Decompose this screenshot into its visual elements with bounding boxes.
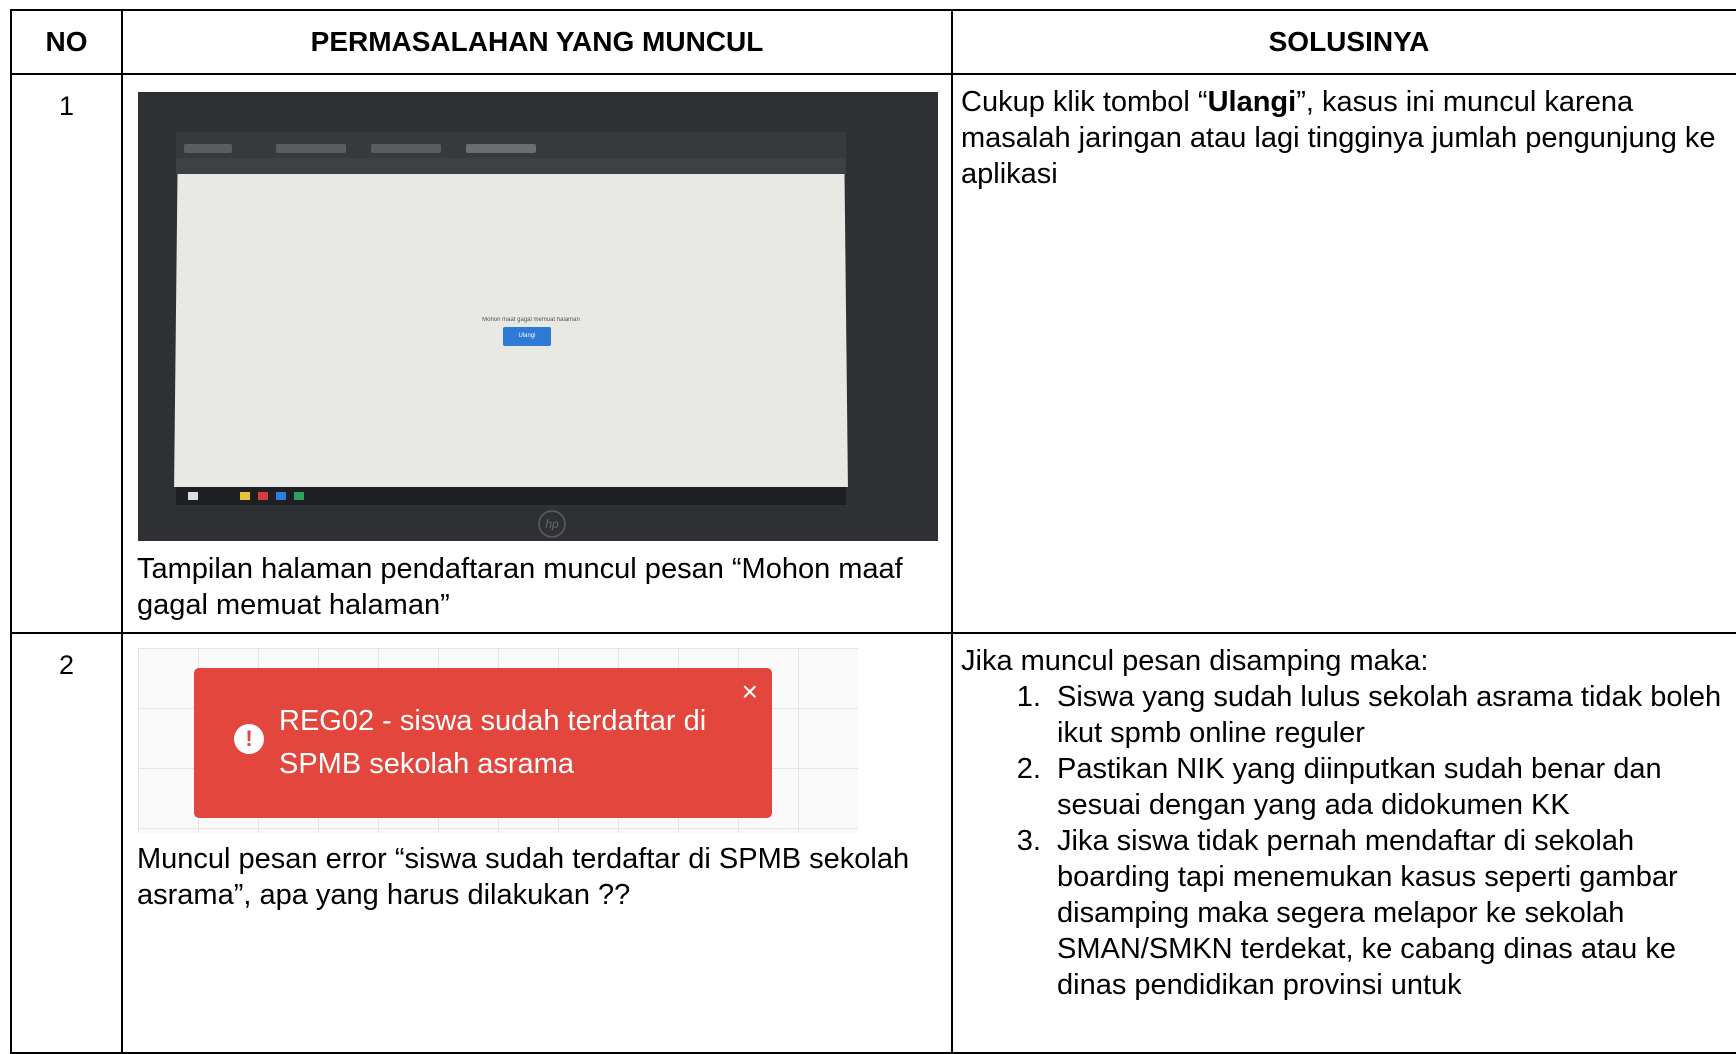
error-screenshot: ! REG02 - siswa sudah terdaftar di SPMB …: [138, 648, 858, 833]
problem-caption: Tampilan halaman pendaftaran muncul pesa…: [137, 553, 903, 621]
error-message: REG02 - siswa sudah terdaftar di SPMB se…: [279, 705, 707, 780]
problem-caption: Muncul pesan error “siswa sudah terdafta…: [137, 843, 910, 911]
hp-logo-icon: hp: [538, 510, 566, 538]
solution-cell: Cukup klik tombol “Ulangi”, kasus ini mu…: [951, 73, 1736, 634]
page-error-message: Mohon maaf gagal memuat halaman: [482, 317, 580, 323]
solution-item: Siswa yang sudah lulus sekolah asrama ti…: [1049, 679, 1736, 751]
solution-cell: Jika muncul pesan disamping maka: Siswa …: [951, 632, 1736, 1054]
close-icon: ×: [741, 676, 758, 707]
solution-item: Pastikan NIK yang diinputkan sudah benar…: [1049, 751, 1736, 823]
exclamation-circle-icon: !: [234, 724, 264, 754]
solution-item: Jika siswa tidak pernah mendaftar di sek…: [1049, 823, 1736, 1003]
address-bar: [176, 158, 846, 174]
header-no: NO: [10, 9, 123, 75]
windows-taskbar: [176, 487, 846, 505]
error-toast: ! REG02 - siswa sudah terdaftar di SPMB …: [194, 668, 772, 818]
row-number: 1: [10, 73, 123, 634]
screenshot-photo: Mohon maaf gagal memuat halaman Ulangi h…: [138, 92, 938, 541]
row-number: 2: [10, 632, 123, 1054]
table-header-row: NO PERMASALAHAN YANG MUNCUL SOLUSINYA: [10, 9, 1736, 75]
solution-list: Siswa yang sudah lulus sekolah asrama ti…: [961, 679, 1736, 1003]
header-solution: SOLUSINYA: [951, 9, 1736, 75]
retry-button: Ulangi: [503, 327, 551, 346]
solution-text-start: Cukup klik tombol “: [961, 86, 1208, 118]
problem-cell: Mohon maaf gagal memuat halaman Ulangi h…: [121, 73, 953, 634]
table-row: 1 Mohon maaf gagal memuat halaman Ulangi: [10, 73, 1736, 634]
solution-bold-ulangi: Ulangi: [1207, 86, 1297, 118]
browser-page: [174, 135, 848, 487]
problem-solution-table: NO PERMASALAHAN YANG MUNCUL SOLUSINYA 1 …: [10, 9, 1736, 1054]
solution-intro: Jika muncul pesan disamping maka:: [961, 645, 1429, 677]
table-row: 2 ! REG02 - siswa sudah terdaftar di SPM…: [10, 632, 1736, 1054]
problem-cell: ! REG02 - siswa sudah terdaftar di SPMB …: [121, 632, 953, 1054]
header-problem: PERMASALAHAN YANG MUNCUL: [121, 9, 953, 75]
